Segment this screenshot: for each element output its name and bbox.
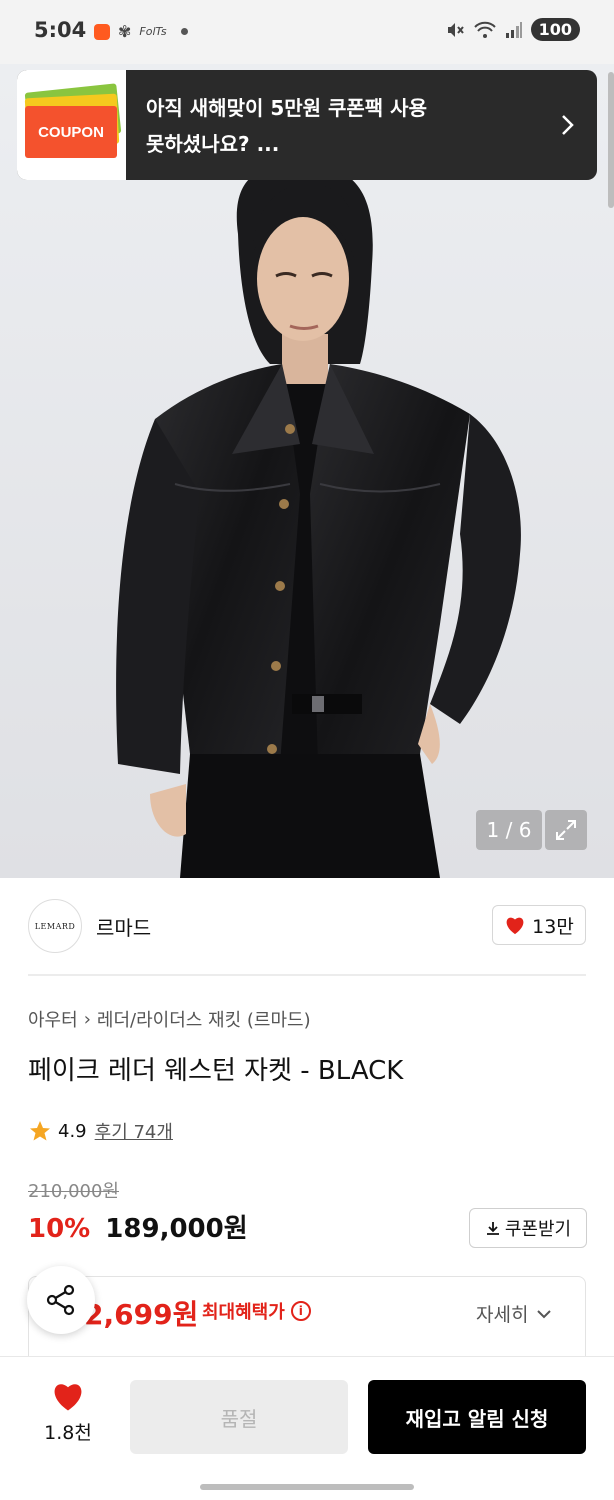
wifi-icon — [473, 21, 496, 38]
brand-name[interactable]: 르마드 — [96, 912, 151, 941]
review-link[interactable]: 후기 74개 — [95, 1118, 173, 1144]
chevron-down-icon — [537, 1309, 552, 1318]
battery-indicator: 100 — [530, 18, 580, 41]
image-counter: 1 / 6 — [476, 810, 542, 850]
pinwheel-icon: ✾ — [118, 22, 132, 41]
divider — [28, 974, 586, 976]
benefit-price: 2,699원 — [84, 1298, 199, 1331]
chevron-right-icon[interactable] — [537, 70, 597, 180]
breadcrumb-category[interactable]: 아우터 — [28, 1006, 78, 1032]
benefit-label-text: 최대혜택가 — [202, 1302, 285, 1323]
star-icon — [30, 1121, 50, 1141]
discount-rate: 10% — [28, 1214, 91, 1244]
detail-toggle[interactable]: 자세히 — [476, 1300, 552, 1327]
coupon-thumb-label: COUPON — [38, 123, 104, 141]
status-time: 5:04 — [34, 18, 87, 42]
coupon-text-line2: 못하셨나요? ... — [146, 132, 280, 156]
benefit-label: 최대혜택가 i — [202, 1298, 311, 1324]
notification-icons: ✾ FolTs — [94, 22, 188, 41]
model-photo — [0, 64, 614, 878]
coupon-banner[interactable]: COUPON 아직 새해맞이 5만원 쿠폰팩 사용 못하셨나요? ... — [17, 70, 597, 180]
rating-row: 4.9 후기 74개 — [28, 1118, 173, 1144]
share-icon — [46, 1284, 75, 1316]
breadcrumb-subcategory[interactable]: 레더/라이더스 재킷 (르마드) — [97, 1006, 311, 1032]
expand-icon[interactable] — [545, 810, 587, 850]
brand-logo[interactable]: LEMARD — [28, 899, 82, 953]
price-row: 10% 189,000원 — [28, 1208, 248, 1245]
mute-icon — [447, 22, 464, 37]
original-price: 210,000원 — [28, 1181, 119, 1202]
info-icon[interactable]: i — [290, 1301, 311, 1321]
status-bar: 5:04 ✾ FolTs 100 — [0, 0, 614, 64]
wishlist-count: 1.8천 — [44, 1422, 92, 1444]
chevron-right-icon: › — [83, 1008, 91, 1030]
heart-icon — [54, 1384, 82, 1411]
soldout-button: 품절 — [130, 1380, 348, 1454]
app-notification-icon — [94, 23, 110, 40]
coupon-thumbnail: COUPON — [17, 70, 126, 180]
coupon-banner-text: 아직 새해맞이 5만원 쿠폰팩 사용 못하셨나요? ... — [126, 70, 537, 180]
rating-value: 4.9 — [58, 1120, 87, 1142]
product-image[interactable] — [0, 64, 614, 878]
wishlist-button[interactable]: 1.8천 — [30, 1380, 106, 1445]
notification-text: FolTs — [139, 25, 167, 38]
get-coupon-button[interactable]: 쿠폰받기 — [469, 1208, 587, 1248]
detail-label: 자세히 — [476, 1304, 529, 1326]
product-title: 페이크 레더 웨스턴 자켓 - BLACK — [28, 1056, 404, 1086]
system-icons: 100 — [445, 18, 580, 41]
get-coupon-label: 쿠폰받기 — [504, 1219, 572, 1240]
heart-icon — [506, 917, 524, 935]
share-button[interactable] — [27, 1266, 95, 1334]
signal-icon — [505, 21, 522, 38]
more-notifications-icon — [180, 28, 188, 35]
brand-like-button[interactable]: 13만 — [492, 905, 586, 945]
download-icon — [486, 1222, 499, 1235]
scrollbar[interactable] — [608, 72, 614, 208]
brand-like-count: 13만 — [532, 915, 574, 938]
home-indicator[interactable] — [200, 1484, 414, 1490]
coupon-text-line1: 아직 새해맞이 5만원 쿠폰팩 사용 — [146, 96, 427, 120]
breadcrumb: 아우터 › 레더/라이더스 재킷 (르마드) — [28, 1006, 311, 1032]
sale-price: 189,000원 — [105, 1214, 248, 1244]
restock-alert-button[interactable]: 재입고 알림 신청 — [368, 1380, 586, 1454]
